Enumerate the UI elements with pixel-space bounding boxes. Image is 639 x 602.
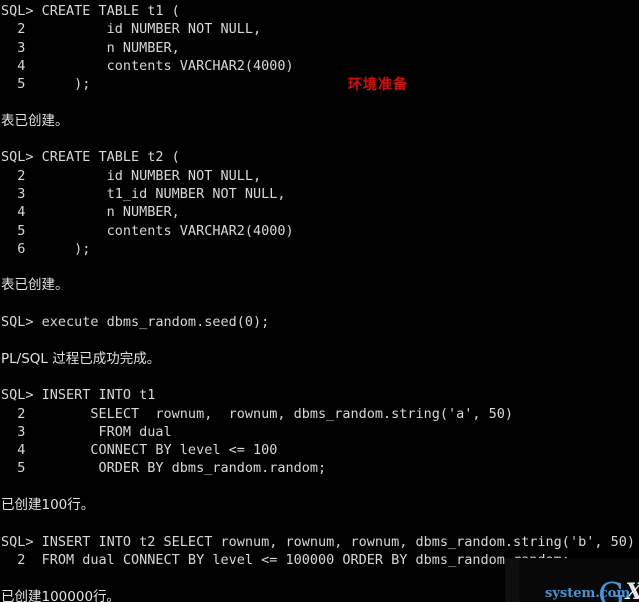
- terminal-line: 4 n NUMBER,: [1, 204, 180, 221]
- terminal-line: 4 CONNECT BY level <= 100: [1, 442, 278, 459]
- watermark-domain: system.com: [545, 586, 631, 601]
- terminal-line: 3 FROM dual: [1, 423, 172, 440]
- annotation-label: 环境准备: [348, 77, 408, 93]
- watermark-panel: GXI网 system.com: [519, 558, 639, 602]
- terminal-line: 5 );: [1, 76, 91, 93]
- terminal-line: 3 n NUMBER,: [1, 39, 180, 56]
- watermark-logo-row: GXI网: [521, 559, 639, 602]
- terminal-line: 3 t1_id NUMBER NOT NULL,: [1, 185, 286, 202]
- terminal-line: 2 id NUMBER NOT NULL,: [1, 21, 262, 38]
- terminal-line: 2 SELECT rownum, rownum, dbms_random.str…: [1, 405, 514, 422]
- terminal-line: 4 contents VARCHAR2(4000): [1, 57, 294, 74]
- terminal-line: 2 id NUMBER NOT NULL,: [1, 167, 262, 184]
- terminal-line: 5 contents VARCHAR2(4000): [1, 222, 294, 239]
- terminal-line: 表已创建。: [1, 277, 69, 294]
- terminal-console[interactable]: SQL> CREATE TABLE t1 ( 2 id NUMBER NOT N…: [0, 0, 639, 602]
- terminal-line: SQL> INSERT INTO t2 SELECT rownum, rownu…: [1, 533, 635, 550]
- terminal-line: PL/SQL 过程已成功完成。: [1, 350, 161, 367]
- terminal-line: 6 );: [1, 240, 91, 257]
- terminal-line: 表已创建。: [1, 112, 69, 129]
- terminal-screen: SQL> CREATE TABLE t1 ( 2 id NUMBER NOT N…: [0, 0, 639, 602]
- terminal-line: SQL> INSERT INTO t1: [1, 387, 156, 404]
- terminal-line: SQL> execute dbms_random.seed(0);: [1, 314, 270, 331]
- terminal-line: 已创建100行。: [1, 497, 95, 514]
- terminal-line: 5 ORDER BY dbms_random.random;: [1, 460, 327, 477]
- terminal-line: SQL> CREATE TABLE t1 (: [1, 3, 180, 19]
- terminal-line: SQL> CREATE TABLE t2 (: [1, 149, 180, 166]
- watermark: GXI网 system.com: [505, 558, 639, 602]
